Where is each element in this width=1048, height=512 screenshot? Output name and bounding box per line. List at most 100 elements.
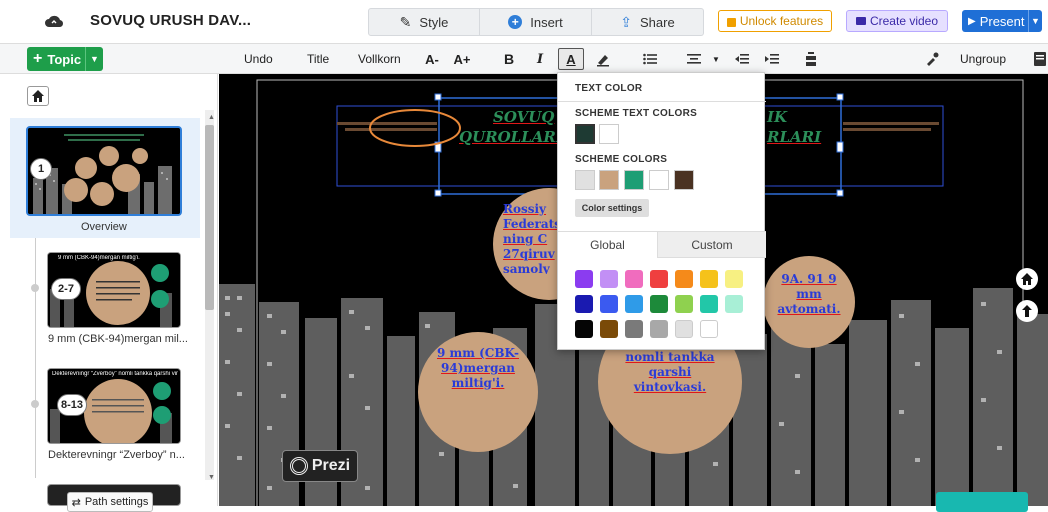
tab-global[interactable]: Global — [558, 232, 658, 258]
scheme-text-swatch-1[interactable] — [575, 124, 595, 144]
palette-swatch[interactable] — [700, 320, 718, 338]
palette-swatch[interactable] — [600, 295, 618, 313]
italic-button[interactable]: I — [530, 48, 550, 70]
align-center-icon[interactable] — [684, 48, 704, 70]
palette-swatch[interactable] — [700, 270, 718, 288]
text-color-button[interactable]: A — [558, 48, 584, 70]
present-button[interactable]: ▶ Present ▼ — [962, 10, 1042, 32]
divider — [558, 101, 766, 102]
canvas-title-line2-end[interactable]: RLARI — [767, 128, 821, 146]
sidebar-scrollbar-thumb[interactable] — [205, 125, 214, 310]
path-settings-button[interactable]: ⇄ Path settings — [67, 492, 153, 512]
scheme-swatch-4[interactable] — [649, 170, 669, 190]
topic-8-number-badge: 8-13 — [57, 394, 87, 416]
play-icon: ▶ — [968, 15, 976, 27]
circle-topic-top-text[interactable]: Rossiy Federats ning C 27qiruv samoly — [503, 202, 557, 274]
prezi-logo-icon — [289, 457, 308, 475]
font-increase-button[interactable]: A+ — [452, 48, 472, 70]
palette-swatch[interactable] — [675, 320, 693, 338]
video-camera-icon — [855, 17, 866, 25]
unlock-features-label: Unlock features — [739, 14, 824, 28]
scheme-colors-label: SCHEME COLORS — [575, 154, 668, 165]
palette-swatch[interactable] — [650, 295, 668, 313]
palette-swatch[interactable] — [575, 270, 593, 288]
overview-number-badge: 1 — [30, 158, 52, 180]
canvas-title-line1[interactable]: SOVUQ — [493, 108, 554, 126]
font-decrease-button[interactable]: A- — [422, 48, 442, 70]
font-select[interactable]: Vollkorn — [358, 52, 401, 66]
highlighter-icon[interactable] — [593, 48, 613, 70]
canvas-home-button[interactable] — [1016, 268, 1038, 290]
topic-2-label: 9 mm (CBK-94)mergan mil... — [48, 333, 188, 345]
scroll-down-arrow-icon[interactable]: ▼ — [208, 474, 215, 481]
scheme-text-swatch-2[interactable] — [599, 124, 619, 144]
tab-share[interactable]: ⇪ Share — [592, 8, 704, 36]
palette-swatch[interactable] — [650, 320, 668, 338]
circle-topic-left-text[interactable]: 9 mm (CBK-94)mergan miltig'i. — [429, 346, 527, 391]
text-color-popup: TEXT COLOR SCHEME TEXT COLORS SCHEME COL… — [557, 72, 766, 350]
overview-label: Overview — [81, 221, 127, 233]
path-line — [35, 238, 36, 478]
palette-swatch[interactable] — [575, 295, 593, 313]
tab-insert[interactable]: + Insert — [480, 8, 592, 36]
bullet-list-icon[interactable] — [640, 48, 660, 70]
plus-circle-icon: + — [508, 15, 523, 29]
tab-style-label: Style — [419, 14, 449, 30]
tab-custom[interactable]: Custom — [658, 232, 766, 258]
bold-button[interactable]: B — [499, 48, 519, 70]
circle-topic-right-text[interactable]: 9A. 91 9 mm avtomati. — [769, 272, 849, 317]
path-dot — [31, 400, 39, 408]
canvas-title-line1-end[interactable]: IK — [767, 108, 787, 126]
home-button[interactable] — [27, 86, 49, 106]
palette-swatch[interactable] — [675, 295, 693, 313]
palette-swatch[interactable] — [625, 320, 643, 338]
palette-swatch[interactable] — [575, 320, 593, 338]
unlock-features-button[interactable]: Unlock features — [718, 10, 832, 32]
layer-order-icon[interactable] — [801, 48, 821, 70]
circle-topic-mid-text[interactable]: nomli tankka qarshi vintovkasi. — [625, 350, 715, 395]
scheme-text-colors-label: SCHEME TEXT COLORS — [575, 108, 698, 119]
add-topic-button[interactable]: + Topic ▼ — [27, 47, 103, 71]
ungroup-button[interactable]: Ungroup — [960, 52, 1006, 66]
palette-swatch[interactable] — [725, 270, 743, 288]
canvas-title-line2[interactable]: QUROLLARI — [459, 128, 563, 146]
canvas-up-button[interactable] — [1016, 300, 1038, 322]
palette-swatch[interactable] — [725, 295, 743, 313]
align-dropdown-icon[interactable]: ▼ — [706, 48, 726, 70]
help-button[interactable] — [936, 492, 1028, 512]
outdent-icon[interactable] — [732, 48, 752, 70]
scheme-swatch-1[interactable] — [575, 170, 595, 190]
palette-swatch[interactable] — [600, 320, 618, 338]
color-settings-button[interactable]: Color settings — [575, 199, 649, 217]
palette-swatch[interactable] — [675, 270, 693, 288]
topic-dropdown-icon[interactable]: ▼ — [85, 47, 103, 71]
topic-8-thumb-title: Dekterevningr “Zverboy” nomli tankka qar… — [52, 371, 178, 377]
create-video-button[interactable]: Create video — [846, 10, 948, 32]
scheme-swatch-3[interactable] — [624, 170, 644, 190]
prezi-logo: Prezi — [282, 450, 358, 482]
present-dropdown-icon[interactable]: ▼ — [1028, 10, 1042, 32]
scheme-swatch-2[interactable] — [599, 170, 619, 190]
undo-button[interactable]: Undo — [244, 52, 273, 66]
presentation-title[interactable]: SOVUQ URUSH DAV... — [90, 12, 251, 29]
topic-2-number-badge: 2-7 — [51, 278, 81, 300]
palette-swatch[interactable] — [600, 270, 618, 288]
tab-style[interactable]: ✎ Style — [368, 8, 480, 36]
notes-icon[interactable] — [1030, 48, 1048, 70]
palette-swatch[interactable] — [700, 295, 718, 313]
palette-swatch[interactable] — [625, 295, 643, 313]
home-icon — [1021, 273, 1033, 285]
lock-icon — [726, 18, 736, 27]
palette-swatch[interactable] — [650, 270, 668, 288]
indent-icon[interactable] — [762, 48, 782, 70]
tab-share-label: Share — [640, 14, 675, 30]
prezi-logo-text: Prezi — [311, 457, 351, 474]
scheme-swatch-5[interactable] — [674, 170, 694, 190]
share-icon: ⇪ — [620, 13, 633, 30]
title-style-button[interactable]: Title — [307, 52, 329, 66]
eyedropper-icon[interactable] — [922, 48, 942, 70]
palette-swatch[interactable] — [625, 270, 643, 288]
scroll-up-arrow-icon[interactable]: ▲ — [208, 114, 215, 121]
cloud-sync-icon[interactable] — [44, 14, 64, 28]
add-topic-label: Topic — [47, 51, 82, 67]
